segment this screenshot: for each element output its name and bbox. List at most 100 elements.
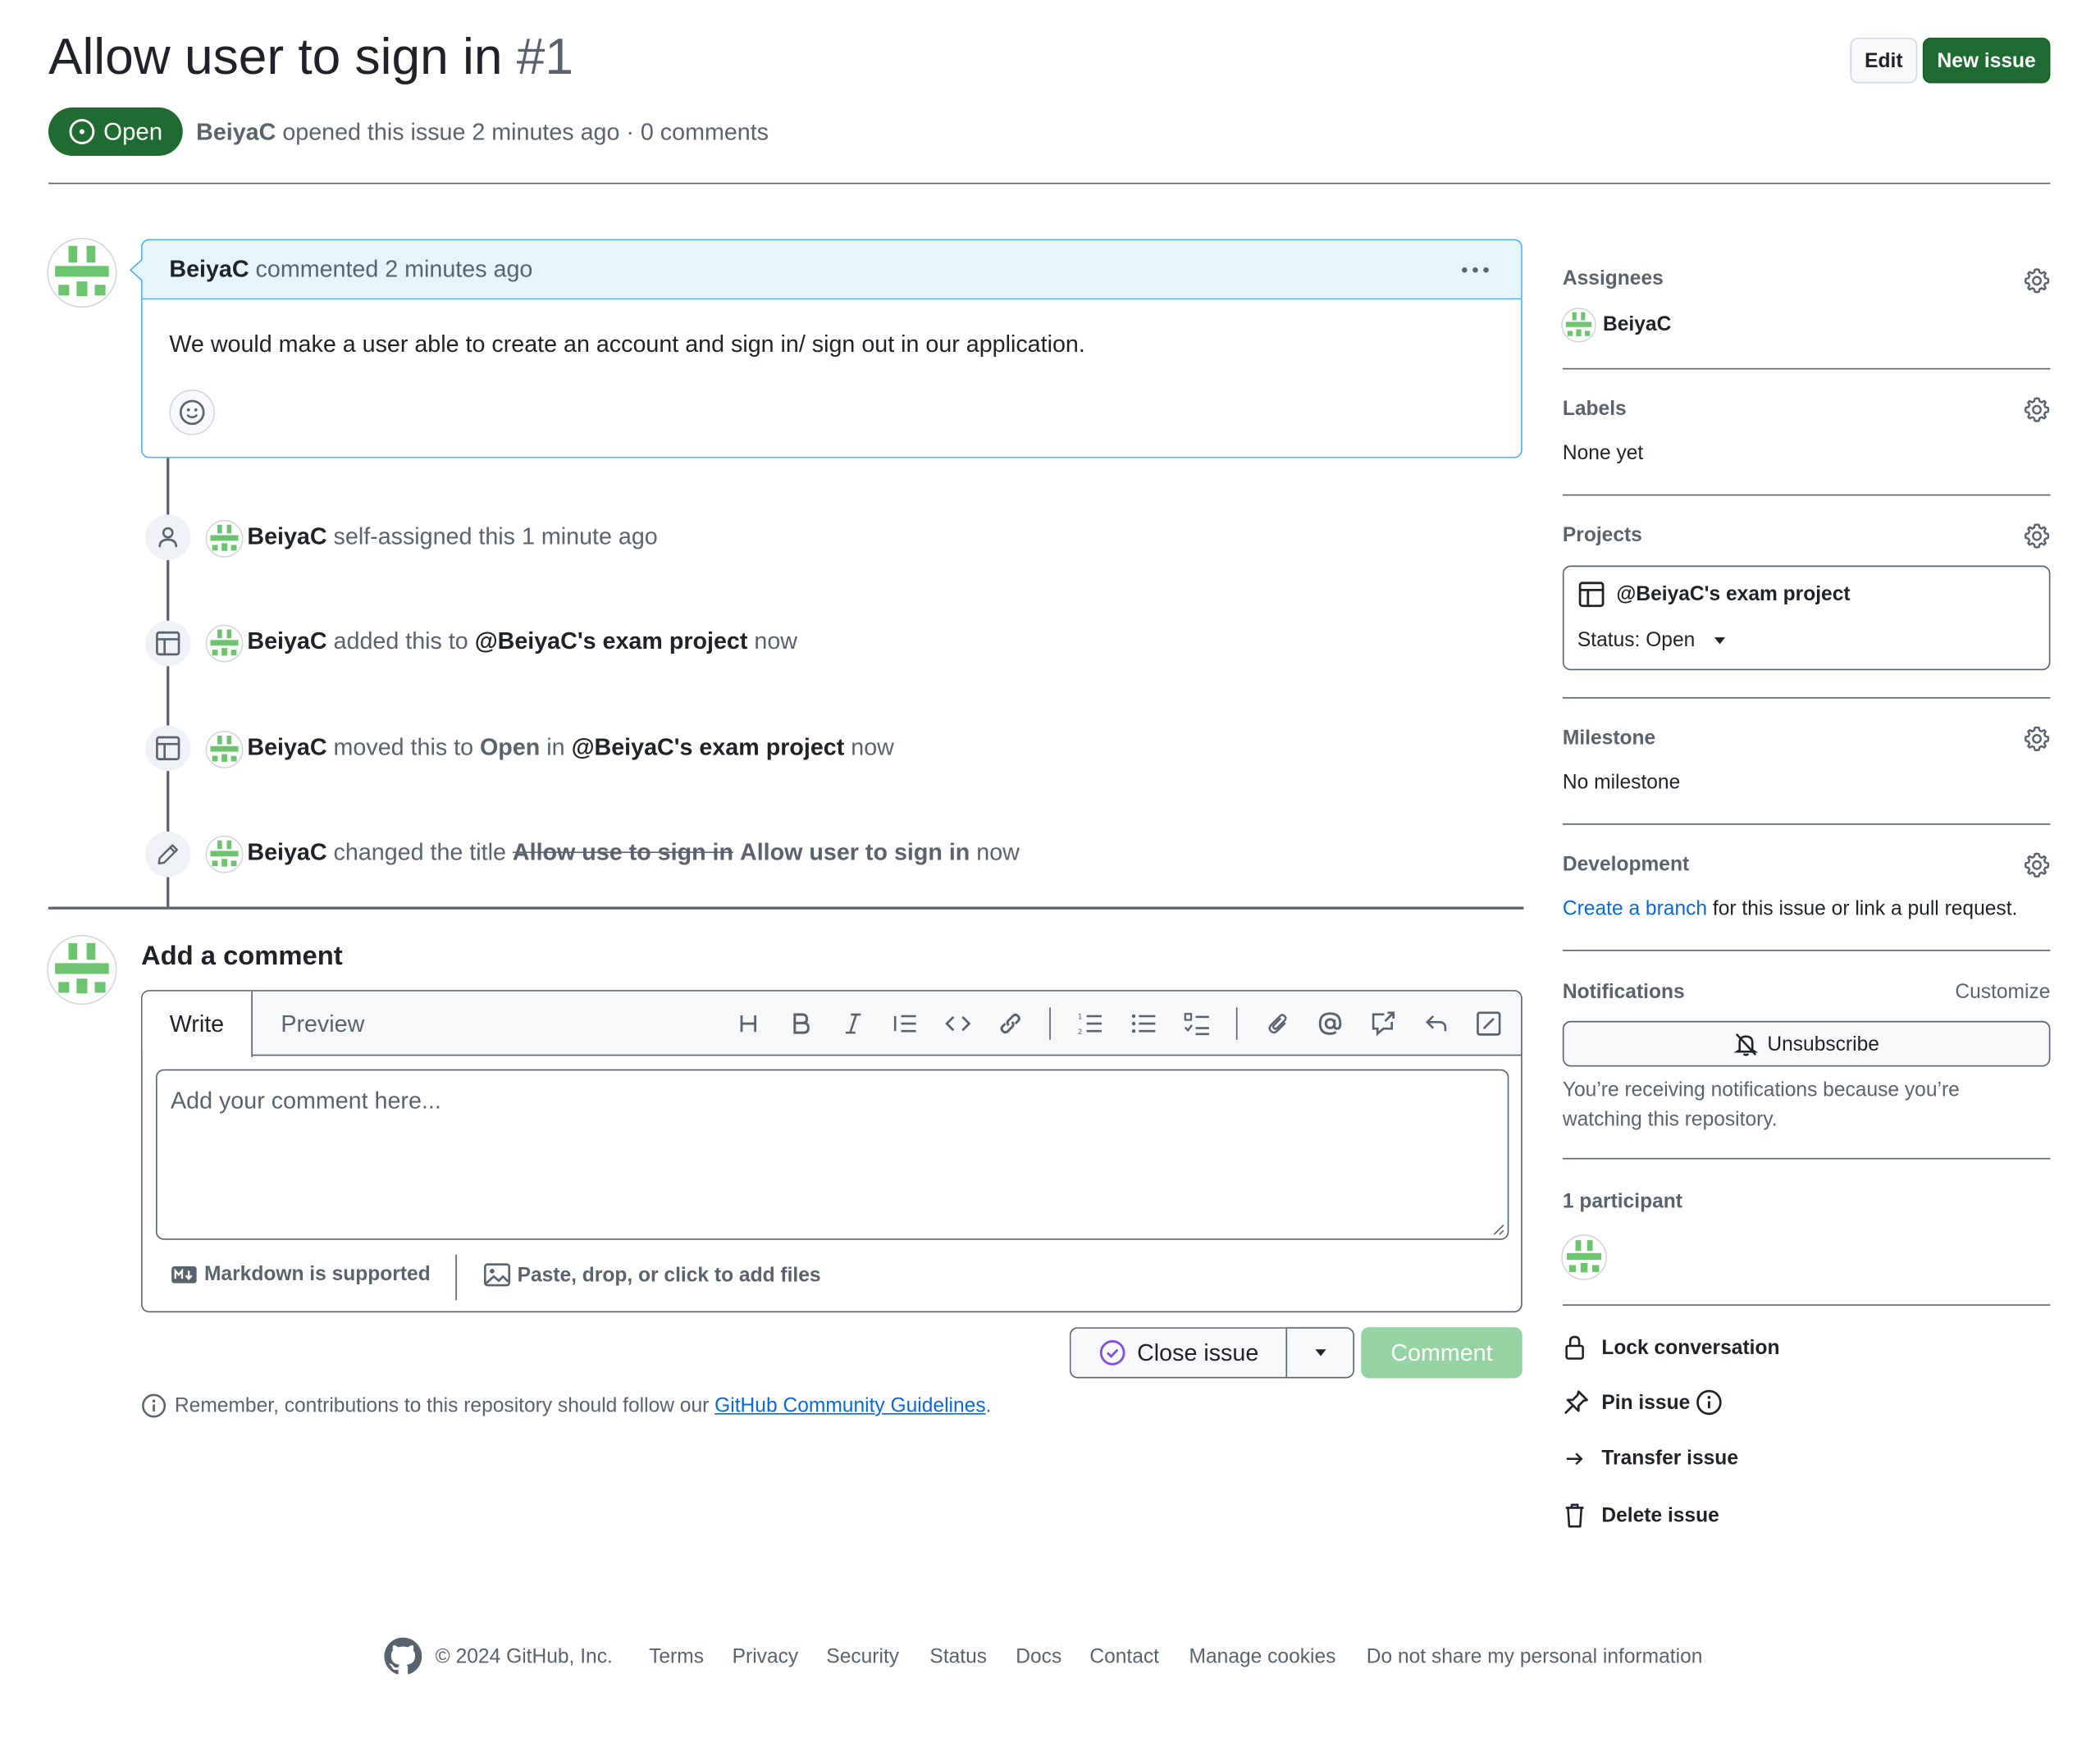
task-list-icon[interactable] [1182, 1009, 1212, 1038]
trash-icon [1565, 1503, 1584, 1528]
table-icon [156, 736, 180, 760]
reply-icon[interactable] [1422, 1009, 1451, 1038]
person-icon [158, 527, 178, 548]
labels-heading[interactable]: Labels [1563, 398, 1627, 421]
gear-icon[interactable] [2024, 522, 2051, 550]
timeline-actor[interactable]: BeiyaC [247, 733, 326, 760]
heading-icon[interactable] [733, 1009, 763, 1038]
footer-copyright: © 2024 GitHub, Inc. [435, 1645, 613, 1669]
bell-slash-icon [1734, 1033, 1759, 1056]
comment-textarea[interactable]: Add your comment here... [155, 1069, 1509, 1240]
footer-separator [455, 1254, 457, 1301]
project-status-dropdown[interactable]: Status: Open [1577, 629, 1728, 651]
sidebar-divider [1562, 697, 2051, 699]
issue-title: Allow user to sign in #1 [48, 30, 574, 86]
timeline-actor[interactable]: BeiyaC [247, 627, 326, 654]
italic-icon[interactable] [838, 1009, 868, 1038]
paperclip-icon[interactable] [1263, 1009, 1293, 1038]
edit-button[interactable]: Edit [1850, 37, 1918, 84]
development-heading[interactable]: Development [1563, 853, 1689, 876]
delete-issue-button[interactable]: Delete issue [1563, 1502, 1719, 1529]
new-title: Allow user to sign in [740, 838, 970, 865]
projects-heading[interactable]: Projects [1563, 524, 1642, 547]
comment-author[interactable]: BeiyaC [169, 255, 249, 283]
github-logo-icon[interactable] [384, 1637, 422, 1676]
create-branch-link[interactable]: Create a branch [1563, 897, 1707, 920]
footer-link-do-not-share[interactable]: Do not share my personal information [1367, 1645, 1703, 1668]
gear-icon[interactable] [2024, 396, 2051, 423]
timeline-avatar[interactable] [205, 519, 244, 558]
new-issue-button[interactable]: New issue [1922, 37, 2051, 84]
transfer-issue-button[interactable]: Transfer issue [1563, 1447, 1738, 1470]
header-divider [48, 182, 2051, 185]
assignee-name[interactable]: BeiyaC [1603, 313, 1671, 336]
timeline-icon-project [144, 725, 191, 772]
sidebar-divider [1562, 949, 2051, 951]
timeline-item-self-assigned: BeiyaC self-assigned this 1 minute ago [247, 522, 658, 550]
assignee-avatar[interactable] [1561, 308, 1596, 343]
project-name[interactable]: @BeiyaC's exam project [1616, 583, 1850, 606]
footer-link-security[interactable]: Security [826, 1645, 899, 1668]
footer-link-contact[interactable]: Contact [1089, 1645, 1159, 1668]
code-icon[interactable] [943, 1009, 973, 1038]
gear-icon[interactable] [2024, 851, 2051, 878]
arrow-right-icon [1566, 1452, 1583, 1465]
timeline-item-moved: BeiyaC moved this to Open in @BeiyaC's e… [247, 733, 894, 761]
timeline-actor[interactable]: BeiyaC [247, 838, 326, 865]
customize-link[interactable]: Customize [1955, 981, 2050, 1004]
timeline-icon-rename [144, 831, 191, 878]
timeline-avatar[interactable] [205, 835, 244, 873]
author-link[interactable]: BeiyaC [196, 118, 276, 145]
comment-button[interactable]: Comment [1361, 1327, 1522, 1379]
ordered-list-icon[interactable]: 12 [1075, 1009, 1104, 1038]
milestone-heading[interactable]: Milestone [1563, 727, 1655, 750]
info-icon [1696, 1389, 1722, 1416]
timeline-divider [48, 906, 1524, 910]
quote-icon[interactable] [891, 1009, 920, 1038]
footer-link-manage-cookies[interactable]: Manage cookies [1189, 1645, 1336, 1668]
svg-text:2: 2 [1078, 1028, 1083, 1036]
kebab-horizontal-icon [1462, 267, 1489, 273]
participant-avatar[interactable] [1561, 1234, 1607, 1280]
markdown-note[interactable]: Markdown is supported [171, 1263, 431, 1285]
viewer-avatar[interactable] [47, 934, 117, 1006]
comment-options-button[interactable] [1459, 257, 1491, 284]
author-avatar[interactable] [47, 237, 117, 308]
close-issue-dropdown[interactable] [1285, 1327, 1355, 1379]
cross-reference-icon[interactable] [1367, 1009, 1397, 1038]
gear-icon[interactable] [2024, 725, 2051, 752]
mention-icon[interactable] [1316, 1009, 1345, 1038]
timeline-actor[interactable]: BeiyaC [247, 522, 326, 550]
guidelines-link[interactable]: GitHub Community Guidelines [714, 1394, 985, 1417]
comment-placeholder: Add your comment here... [171, 1087, 441, 1114]
unordered-list-icon[interactable] [1129, 1009, 1158, 1038]
tab-preview[interactable]: Preview [281, 1010, 364, 1038]
project-link[interactable]: @BeiyaC's exam project [572, 733, 845, 760]
tab-write[interactable]: Write [142, 991, 253, 1058]
issue-number: #1 [516, 30, 574, 86]
image-icon [483, 1263, 511, 1287]
project-link[interactable]: @BeiyaC's exam project [475, 627, 748, 654]
assignees-heading[interactable]: Assignees [1563, 267, 1664, 290]
footer-link-status[interactable]: Status [929, 1645, 987, 1668]
lock-conversation-button[interactable]: Lock conversation [1563, 1334, 1779, 1361]
footer-link-privacy[interactable]: Privacy [733, 1645, 799, 1668]
bold-icon[interactable] [786, 1009, 815, 1038]
resize-handle-icon[interactable] [1491, 1222, 1504, 1235]
gear-icon[interactable] [2024, 267, 2051, 294]
unsubscribe-button[interactable]: Unsubscribe [1562, 1020, 2051, 1067]
add-reaction-button[interactable] [169, 389, 216, 436]
close-issue-button[interactable]: Close issue [1069, 1327, 1288, 1379]
link-icon[interactable] [996, 1009, 1025, 1038]
timeline-avatar[interactable] [205, 624, 244, 663]
lock-icon [1565, 1335, 1584, 1360]
column-name: Open [480, 733, 541, 761]
fullscreen-toggle-icon[interactable] [1474, 1009, 1504, 1038]
participants-heading: 1 participant [1562, 1190, 1682, 1214]
issue-closed-icon [1100, 1340, 1125, 1366]
pin-issue-button[interactable]: Pin issue [1563, 1389, 1723, 1416]
footer-link-docs[interactable]: Docs [1016, 1645, 1061, 1668]
attach-files-button[interactable]: Paste, drop, or click to add files [483, 1263, 821, 1287]
footer-link-terms[interactable]: Terms [649, 1645, 704, 1668]
timeline-avatar[interactable] [205, 731, 244, 768]
